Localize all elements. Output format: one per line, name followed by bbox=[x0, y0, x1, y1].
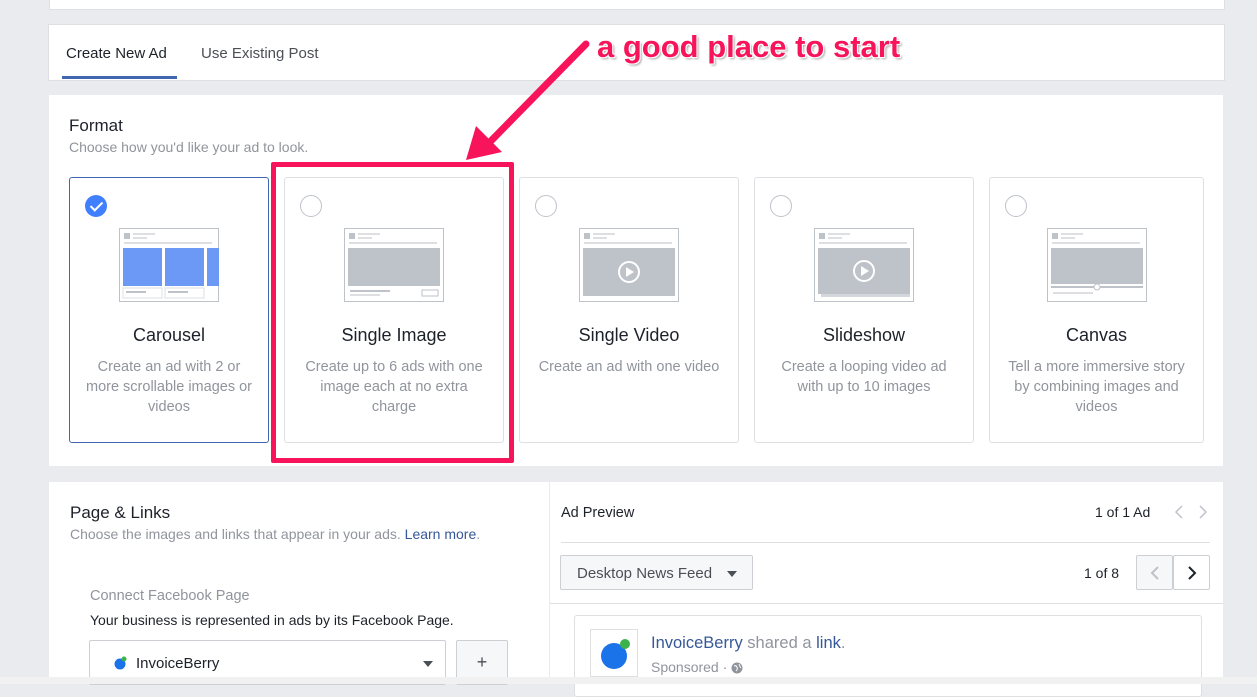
next-placement-button[interactable] bbox=[1173, 555, 1210, 590]
tab-use-existing-post[interactable]: Use Existing Post bbox=[201, 45, 319, 62]
page-links-title: Page & Links bbox=[70, 503, 171, 522]
ad-preview-section: Ad Preview 1 of 1 Ad Desktop News Feed 1… bbox=[550, 482, 1223, 697]
format-option-slideshow[interactable]: Slideshow Create a looping video ad with… bbox=[754, 177, 974, 443]
page-links-section: Page & Links Choose the images and links… bbox=[49, 482, 549, 685]
chevron-right-icon[interactable] bbox=[1198, 505, 1208, 519]
page-links-subtitle-text: Choose the images and links that appear … bbox=[70, 526, 401, 542]
post-link[interactable]: link bbox=[816, 634, 841, 652]
format-option-canvas[interactable]: Canvas Tell a more immersive story by co… bbox=[989, 177, 1204, 443]
post-period: . bbox=[840, 634, 846, 652]
chevron-left-icon bbox=[1150, 566, 1159, 580]
invoiceberry-logo-icon bbox=[114, 656, 127, 670]
chevron-right-icon bbox=[1188, 566, 1197, 580]
tab-create-new-ad[interactable]: Create New Ad bbox=[66, 45, 167, 62]
format-name: Single Image bbox=[341, 325, 447, 345]
previous-section-card bbox=[49, 0, 1225, 10]
post-page-name[interactable]: InvoiceBerry bbox=[651, 634, 743, 652]
divider bbox=[561, 542, 1210, 543]
page-select-value: InvoiceBerry bbox=[136, 655, 220, 672]
format-name: Carousel bbox=[132, 325, 206, 345]
page-links-subtitle: Choose the images and links that appear … bbox=[70, 526, 480, 542]
format-name: Canvas bbox=[1065, 325, 1128, 345]
radio-icon bbox=[770, 195, 792, 217]
subtitle-period: . bbox=[476, 526, 481, 542]
previous-placement-button[interactable] bbox=[1136, 555, 1173, 590]
radio-icon bbox=[535, 195, 557, 217]
format-option-single-image[interactable]: Single Image Create up to 6 ads with one… bbox=[284, 177, 504, 443]
format-option-carousel[interactable]: Carousel Create an ad with 2 or more scr… bbox=[69, 177, 269, 443]
placement-value: Desktop News Feed bbox=[577, 565, 713, 582]
learn-more-link[interactable]: Learn more bbox=[405, 526, 477, 542]
bottom-bar bbox=[0, 677, 1257, 684]
ad-preview-post: InvoiceBerry shared a link. Sponsored · bbox=[574, 615, 1202, 697]
avatar bbox=[590, 629, 638, 677]
canvas-preview-icon bbox=[1046, 228, 1147, 302]
ad-preview-title: Ad Preview bbox=[561, 505, 635, 521]
annotation-text: a good place to start bbox=[597, 29, 901, 64]
format-subtitle: Choose how you'd like your ad to look. bbox=[69, 139, 309, 155]
checkmark-icon bbox=[85, 195, 107, 217]
single-image-preview-icon bbox=[344, 228, 444, 302]
format-title: Format bbox=[69, 116, 123, 135]
connect-page-label: Connect Facebook Page bbox=[90, 588, 250, 604]
radio-icon bbox=[300, 195, 322, 217]
format-description: Create an ad with one video bbox=[538, 359, 720, 375]
placement-count: 1 of 8 bbox=[1084, 565, 1120, 581]
slideshow-preview-icon bbox=[814, 228, 914, 302]
placement-dropdown[interactable]: Desktop News Feed bbox=[560, 555, 753, 590]
format-description: Create a looping video ad with up to 10 … bbox=[781, 359, 947, 395]
single-video-preview-icon bbox=[579, 228, 679, 302]
chevron-down-icon bbox=[423, 661, 433, 667]
chevron-down-icon bbox=[727, 571, 737, 577]
connect-page-description: Your business is represented in ads by i… bbox=[90, 612, 454, 628]
post-sponsored-line: Sponsored · bbox=[651, 659, 743, 675]
post-shared-text: shared a bbox=[747, 634, 812, 652]
carousel-preview-icon bbox=[119, 228, 219, 302]
globe-icon bbox=[731, 662, 743, 674]
post-header: InvoiceBerry shared a link. bbox=[651, 634, 845, 653]
format-description: Create an ad with 2 or more scrollable i… bbox=[85, 359, 252, 415]
divider bbox=[550, 603, 1223, 604]
format-option-single-video[interactable]: Single Video Create an ad with one video bbox=[519, 177, 739, 443]
format-description: Tell a more immersive story by combining… bbox=[1008, 359, 1185, 415]
format-description: Create up to 6 ads with one image each a… bbox=[305, 359, 483, 415]
radio-icon bbox=[1005, 195, 1027, 217]
format-section: Format Choose how you'd like your ad to … bbox=[49, 95, 1223, 466]
chevron-left-icon[interactable] bbox=[1174, 505, 1184, 519]
format-name: Single Video bbox=[578, 325, 680, 345]
ad-count: 1 of 1 Ad bbox=[1095, 504, 1151, 520]
sponsored-label: Sponsored · bbox=[651, 659, 728, 675]
active-tab-indicator bbox=[62, 76, 177, 79]
invoiceberry-logo-icon bbox=[601, 639, 630, 669]
format-name: Slideshow bbox=[822, 325, 906, 345]
